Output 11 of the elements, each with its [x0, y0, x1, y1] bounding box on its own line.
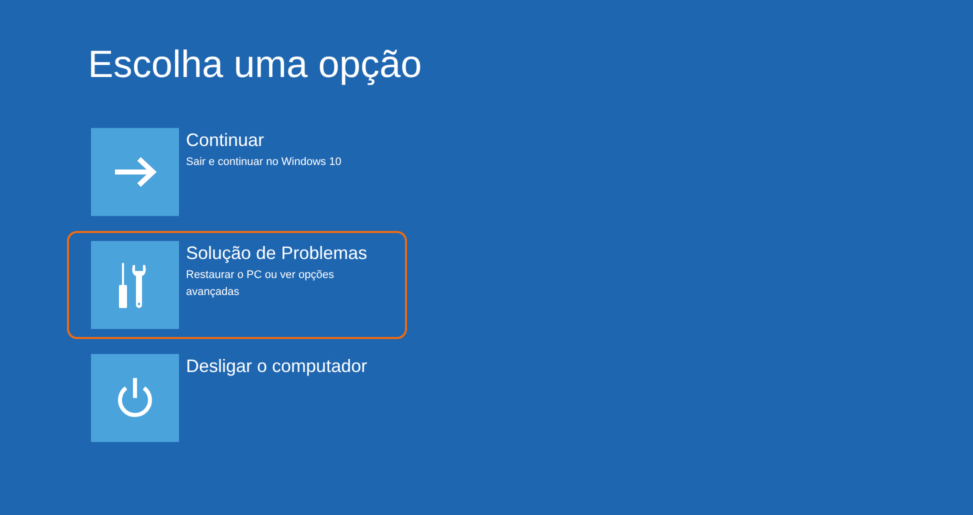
option-button[interactable]: Continuar Sair e continuar no Windows 10	[67, 118, 407, 226]
option-title: Desligar o computador	[186, 355, 368, 378]
option-title: Continuar	[186, 129, 266, 152]
option-description: Restaurar o PC ou ver opções avançadas	[186, 268, 335, 300]
option-title: Solução de Problemas	[186, 242, 368, 265]
option-description: Sair e continuar no Windows 10	[186, 155, 342, 170]
arrow-icon	[113, 156, 157, 188]
page-title: Escolha uma opção	[88, 43, 423, 88]
option-button[interactable]: Solução de Problemas Restaurar o PC ou ver opções avançadas	[67, 231, 407, 339]
power-icon	[115, 376, 155, 420]
option-button[interactable]: Desligar o computador	[67, 344, 407, 452]
